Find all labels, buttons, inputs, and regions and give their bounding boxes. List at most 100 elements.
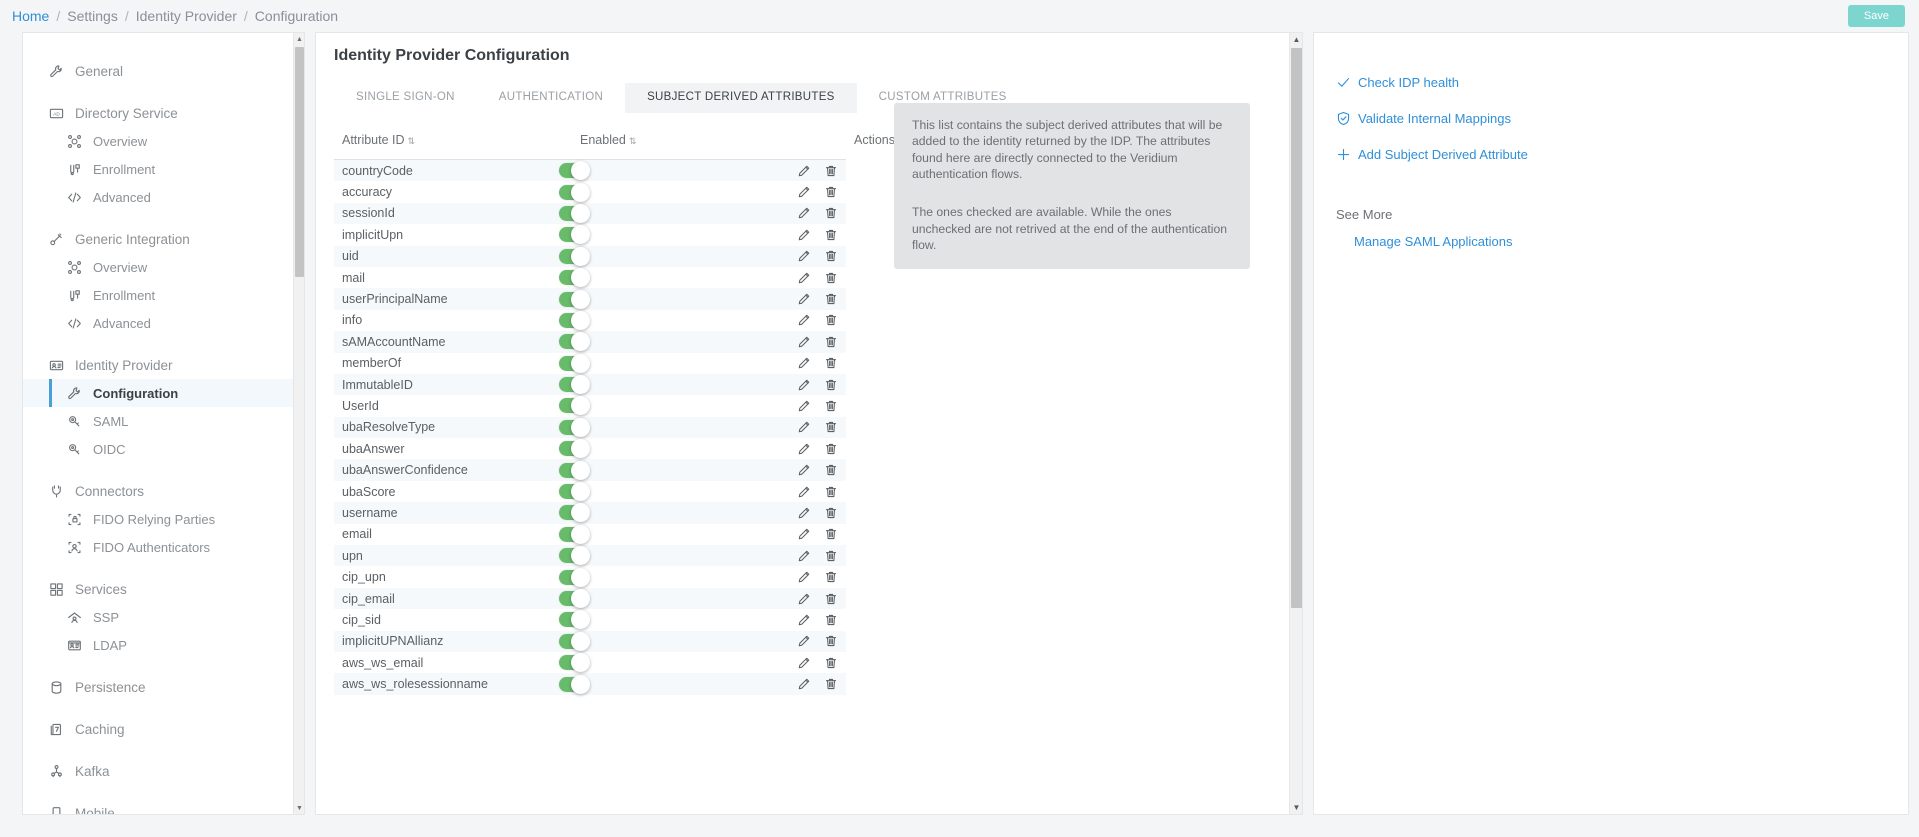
enabled-toggle[interactable] <box>559 313 588 328</box>
column-header-enabled[interactable]: Enabled⇅ <box>580 133 810 147</box>
pencil-icon[interactable] <box>797 292 811 306</box>
sidebar-item-overview[interactable]: Overview <box>23 253 295 281</box>
sidebar-item-enrollment[interactable]: Enrollment <box>23 281 295 309</box>
sidebar-item-enrollment[interactable]: Enrollment <box>23 155 295 183</box>
enabled-toggle[interactable] <box>559 249 588 264</box>
trash-icon[interactable] <box>824 185 838 199</box>
trash-icon[interactable] <box>824 292 838 306</box>
enabled-toggle[interactable] <box>559 463 588 478</box>
pencil-icon[interactable] <box>797 378 811 392</box>
sidebar-item-fido-authenticators[interactable]: FIDO Authenticators <box>23 533 295 561</box>
sidebar-item-ssp[interactable]: SSP <box>23 603 295 631</box>
enabled-toggle[interactable] <box>559 548 588 563</box>
trash-icon[interactable] <box>824 527 838 541</box>
trash-icon[interactable] <box>824 677 838 691</box>
trash-icon[interactable] <box>824 399 838 413</box>
action-check-idp-health[interactable]: Check IDP health <box>1336 69 1908 95</box>
enabled-toggle[interactable] <box>559 185 588 200</box>
trash-icon[interactable] <box>824 656 838 670</box>
pencil-icon[interactable] <box>797 463 811 477</box>
trash-icon[interactable] <box>824 313 838 327</box>
pencil-icon[interactable] <box>797 613 811 627</box>
enabled-toggle[interactable] <box>559 206 588 221</box>
pencil-icon[interactable] <box>797 356 811 370</box>
trash-icon[interactable] <box>824 442 838 456</box>
sidebar-item-advanced[interactable]: Advanced <box>23 309 295 337</box>
main-scroll-up-icon[interactable]: ▲ <box>1290 33 1303 46</box>
trash-icon[interactable] <box>824 420 838 434</box>
trash-icon[interactable] <box>824 485 838 499</box>
sidebar-scrollbar[interactable]: ▲ ▼ <box>293 33 304 814</box>
enabled-toggle[interactable] <box>559 484 588 499</box>
pencil-icon[interactable] <box>797 634 811 648</box>
breadcrumb-item-home[interactable]: Home <box>12 8 49 24</box>
sort-icon[interactable]: ⇅ <box>629 136 637 146</box>
trash-icon[interactable] <box>824 206 838 220</box>
enabled-toggle[interactable] <box>559 163 588 178</box>
sidebar-item-ldap[interactable]: LDAP <box>23 631 295 659</box>
main-scroll-thumb[interactable] <box>1291 48 1302 608</box>
sidebar-item-kafka[interactable]: Kafka <box>23 757 295 785</box>
pencil-icon[interactable] <box>797 420 811 434</box>
trash-icon[interactable] <box>824 228 838 242</box>
sidebar-item-services[interactable]: Services <box>23 575 295 603</box>
enabled-toggle[interactable] <box>559 591 588 606</box>
sidebar-item-connectors[interactable]: Connectors <box>23 477 295 505</box>
column-header-attribute-id[interactable]: Attribute ID⇅ <box>342 133 580 147</box>
pencil-icon[interactable] <box>797 271 811 285</box>
enabled-toggle[interactable] <box>559 612 588 627</box>
sidebar-item-caching[interactable]: Caching <box>23 715 295 743</box>
trash-icon[interactable] <box>824 549 838 563</box>
pencil-icon[interactable] <box>797 185 811 199</box>
enabled-toggle[interactable] <box>559 655 588 670</box>
breadcrumb-item-settings[interactable]: Settings <box>67 8 118 24</box>
pencil-icon[interactable] <box>797 206 811 220</box>
trash-icon[interactable] <box>824 335 838 349</box>
pencil-icon[interactable] <box>797 506 811 520</box>
enabled-toggle[interactable] <box>559 505 588 520</box>
enabled-toggle[interactable] <box>559 292 588 307</box>
save-button[interactable]: Save <box>1848 5 1905 27</box>
sidebar-item-persistence[interactable]: Persistence <box>23 673 295 701</box>
trash-icon[interactable] <box>824 634 838 648</box>
trash-icon[interactable] <box>824 271 838 285</box>
enabled-toggle[interactable] <box>559 377 588 392</box>
enabled-toggle[interactable] <box>559 527 588 542</box>
sidebar-item-general[interactable]: General <box>23 57 295 85</box>
pencil-icon[interactable] <box>797 313 811 327</box>
enabled-toggle[interactable] <box>559 270 588 285</box>
enabled-toggle[interactable] <box>559 356 588 371</box>
breadcrumb-item-identity-provider[interactable]: Identity Provider <box>136 8 237 24</box>
trash-icon[interactable] <box>824 592 838 606</box>
trash-icon[interactable] <box>824 570 838 584</box>
trash-icon[interactable] <box>824 463 838 477</box>
enabled-toggle[interactable] <box>559 677 588 692</box>
pencil-icon[interactable] <box>797 249 811 263</box>
sidebar-item-fido-relying-parties[interactable]: FIDO Relying Parties <box>23 505 295 533</box>
trash-icon[interactable] <box>824 356 838 370</box>
main-scrollbar[interactable]: ▲ ▼ <box>1289 33 1302 814</box>
sidebar-item-mobile[interactable]: Mobile <box>23 799 295 814</box>
trash-icon[interactable] <box>824 506 838 520</box>
main-scroll-down-icon[interactable]: ▼ <box>1290 801 1303 814</box>
sidebar-scroll-down-icon[interactable]: ▼ <box>294 802 305 814</box>
tab-single-sign-on[interactable]: SINGLE SIGN-ON <box>334 83 477 113</box>
trash-icon[interactable] <box>824 249 838 263</box>
pencil-icon[interactable] <box>797 570 811 584</box>
pencil-icon[interactable] <box>797 442 811 456</box>
manage-saml-applications-link[interactable]: Manage SAML Applications <box>1354 234 1908 249</box>
pencil-icon[interactable] <box>797 677 811 691</box>
enabled-toggle[interactable] <box>559 398 588 413</box>
enabled-toggle[interactable] <box>559 227 588 242</box>
sidebar-item-configuration[interactable]: Configuration <box>23 379 295 407</box>
trash-icon[interactable] <box>824 378 838 392</box>
sidebar-item-oidc[interactable]: OIDC <box>23 435 295 463</box>
pencil-icon[interactable] <box>797 485 811 499</box>
action-add-subject-derived-attribute[interactable]: Add Subject Derived Attribute <box>1336 141 1908 167</box>
sidebar-item-directory-service[interactable]: ADDirectory Service <box>23 99 295 127</box>
enabled-toggle[interactable] <box>559 334 588 349</box>
sidebar-item-generic-integration[interactable]: Generic Integration <box>23 225 295 253</box>
enabled-toggle[interactable] <box>559 420 588 435</box>
enabled-toggle[interactable] <box>559 570 588 585</box>
pencil-icon[interactable] <box>797 399 811 413</box>
